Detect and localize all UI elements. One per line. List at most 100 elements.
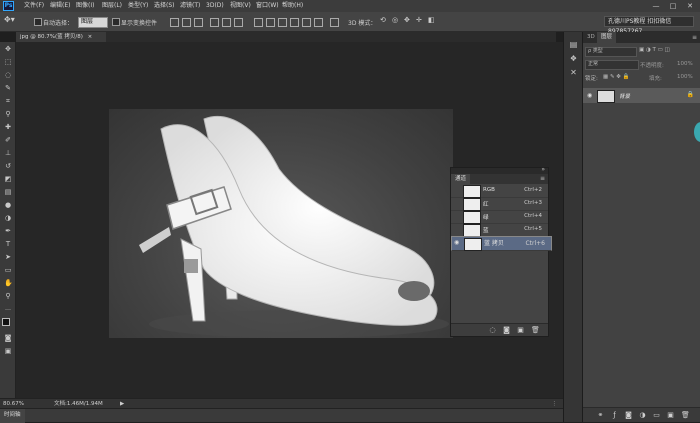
healing-icon[interactable]: ✚ xyxy=(4,123,12,131)
new-layer-icon[interactable]: ▣ xyxy=(667,412,674,419)
new-channel-icon[interactable]: ▣ xyxy=(517,327,524,334)
stamp-icon[interactable]: ⊥ xyxy=(4,149,12,157)
blur-icon[interactable]: ● xyxy=(4,201,12,209)
fx-icon[interactable]: ƒ xyxy=(611,412,618,419)
adjustment-layer-icon[interactable]: ◑ xyxy=(639,412,646,419)
align-right-icon[interactable] xyxy=(234,18,243,27)
link-layers-icon[interactable]: ⚭ xyxy=(597,412,604,419)
visibility-toggle[interactable] xyxy=(453,200,459,206)
align-vcenter-icon[interactable] xyxy=(182,18,191,27)
align-bottom-icon[interactable] xyxy=(194,18,203,27)
menu-filter[interactable]: 滤镜(T) xyxy=(180,0,200,12)
distribute-top-icon[interactable] xyxy=(254,18,263,27)
eye-icon[interactable]: ◉ xyxy=(587,92,592,99)
3d-roll-icon[interactable]: ◎ xyxy=(392,16,398,24)
menu-file[interactable]: 文件(F) xyxy=(24,0,44,12)
layer-kind-filter[interactable]: ρ 类型 xyxy=(585,47,637,57)
minimize-icon[interactable]: — xyxy=(648,0,664,12)
move-icon[interactable]: ✥ xyxy=(4,45,12,53)
document-tab[interactable]: jpg @ 80.7%(蓝 拷贝/8) × xyxy=(16,32,106,42)
distribute-hcenter-icon[interactable] xyxy=(302,18,311,27)
marquee-icon[interactable]: ⬚ xyxy=(4,58,12,66)
menu-help[interactable]: 帮助(H) xyxy=(282,0,303,12)
menu-3d[interactable]: 3D(D) xyxy=(206,0,224,12)
new-group-icon[interactable]: ▭ xyxy=(653,412,660,419)
shape-icon[interactable]: ▭ xyxy=(4,266,12,274)
blend-mode-dropdown[interactable]: 正常 xyxy=(585,60,639,70)
timeline-tab[interactable]: 时间轴 xyxy=(0,409,25,423)
tools-preset-icon[interactable]: ✕ xyxy=(569,68,578,77)
workspace-switcher[interactable]: 孔德川PS教程 扣扣微信 897857267 xyxy=(604,16,694,35)
dodge-icon[interactable]: ◑ xyxy=(4,214,12,222)
add-mask-icon[interactable]: ◙ xyxy=(625,412,632,419)
3d-slide-icon[interactable]: ✛ xyxy=(416,16,422,24)
panel-menu-icon[interactable]: ≡ xyxy=(540,175,545,182)
align-top-icon[interactable] xyxy=(170,18,179,27)
3d-orbit-icon[interactable]: ⟲ xyxy=(380,16,386,24)
crop-icon[interactable]: ⌗ xyxy=(4,97,12,105)
document-image[interactable] xyxy=(109,109,453,338)
eraser-icon[interactable]: ◩ xyxy=(4,175,12,183)
menu-type[interactable]: 类型(Y) xyxy=(128,0,148,12)
close-icon[interactable]: ✕ xyxy=(682,0,698,12)
auto-select-checkbox[interactable] xyxy=(34,18,42,26)
channel-row-rgb[interactable]: RGB Ctrl+2 xyxy=(451,184,548,198)
more-tools-icon[interactable]: … xyxy=(4,305,12,313)
delete-channel-icon[interactable]: 🗑 xyxy=(531,327,540,334)
layer-row-background[interactable]: ◉ 背景 🔒 xyxy=(583,88,700,103)
properties-icon[interactable]: ❖ xyxy=(569,54,578,63)
move-tool-preset-icon[interactable]: ✥▾ xyxy=(4,15,15,24)
menu-view[interactable]: 视图(V) xyxy=(230,0,251,12)
align-left-icon[interactable] xyxy=(210,18,219,27)
distribute-bottom-icon[interactable] xyxy=(278,18,287,27)
zoom-icon[interactable]: ⚲ xyxy=(4,292,12,300)
delete-layer-icon[interactable]: 🗑 xyxy=(681,412,690,419)
quick-mask-icon[interactable]: ◙ xyxy=(4,334,12,342)
opacity-value[interactable]: 100% xyxy=(677,61,693,67)
panel-collapse-icon[interactable]: » xyxy=(541,166,545,173)
menu-select[interactable]: 选择(S) xyxy=(154,0,175,12)
visibility-toggle[interactable] xyxy=(453,187,459,193)
transform-controls-checkbox[interactable] xyxy=(112,18,120,26)
lock-icons[interactable]: ▦ ✎ ✥ 🔒 xyxy=(603,74,630,80)
menu-image[interactable]: 图像(I) xyxy=(76,0,94,12)
quick-select-icon[interactable]: ✎ xyxy=(4,84,12,92)
panel-menu-icon[interactable]: ≡ xyxy=(692,34,697,41)
distribute-left-icon[interactable] xyxy=(290,18,299,27)
eye-icon[interactable]: ◉ xyxy=(454,240,460,246)
channel-row-blue[interactable]: 蓝 Ctrl+5 xyxy=(451,223,548,237)
lasso-icon[interactable]: ◌ xyxy=(4,71,12,79)
channel-row-green[interactable]: 绿 Ctrl+4 xyxy=(451,210,548,224)
eyedropper-icon[interactable]: ⚲ xyxy=(4,110,12,118)
load-selection-icon[interactable]: ◌ xyxy=(489,327,496,334)
hand-icon[interactable]: ✋ xyxy=(4,279,13,287)
history-icon[interactable]: ▤ xyxy=(569,40,578,49)
3d-scale-icon[interactable]: ◧ xyxy=(428,16,435,24)
auto-select-dropdown[interactable]: 图层 xyxy=(78,17,108,28)
align-hcenter-icon[interactable] xyxy=(222,18,231,27)
pen-icon[interactable]: ✒ xyxy=(4,227,12,235)
fill-value[interactable]: 100% xyxy=(677,74,693,80)
tab-layers[interactable]: 图层 xyxy=(597,32,617,43)
visibility-toggle[interactable] xyxy=(453,226,459,232)
document-tab-close-icon[interactable]: × xyxy=(88,34,93,40)
gradient-icon[interactable]: ▤ xyxy=(4,188,12,196)
distribute-vcenter-icon[interactable] xyxy=(266,18,275,27)
channel-row-red[interactable]: 红 Ctrl+3 xyxy=(451,197,548,211)
maximize-icon[interactable]: □ xyxy=(665,0,681,12)
type-icon[interactable]: T xyxy=(4,240,12,248)
channels-tab[interactable]: 通道 xyxy=(451,174,471,184)
distribute-right-icon[interactable] xyxy=(314,18,323,27)
filter-icons[interactable]: ▣ ◑ T ▭ ◫ xyxy=(639,47,670,53)
screen-mode-icon[interactable]: ▣ xyxy=(4,347,12,355)
3d-pan-icon[interactable]: ✥ xyxy=(404,16,410,24)
path-select-icon[interactable]: ➤ xyxy=(4,253,12,261)
visibility-toggle[interactable] xyxy=(453,213,459,219)
foreground-color-swatch[interactable] xyxy=(2,318,10,326)
menu-edit[interactable]: 编辑(E) xyxy=(50,0,70,12)
menu-window[interactable]: 窗口(W) xyxy=(256,0,279,12)
history-brush-icon[interactable]: ↺ xyxy=(4,162,12,170)
channel-row-blue-copy[interactable]: ◉ 蓝 拷贝 Ctrl+6 xyxy=(451,236,552,251)
menu-layer[interactable]: 图层(L) xyxy=(102,0,122,12)
save-selection-icon[interactable]: ◙ xyxy=(503,327,510,334)
